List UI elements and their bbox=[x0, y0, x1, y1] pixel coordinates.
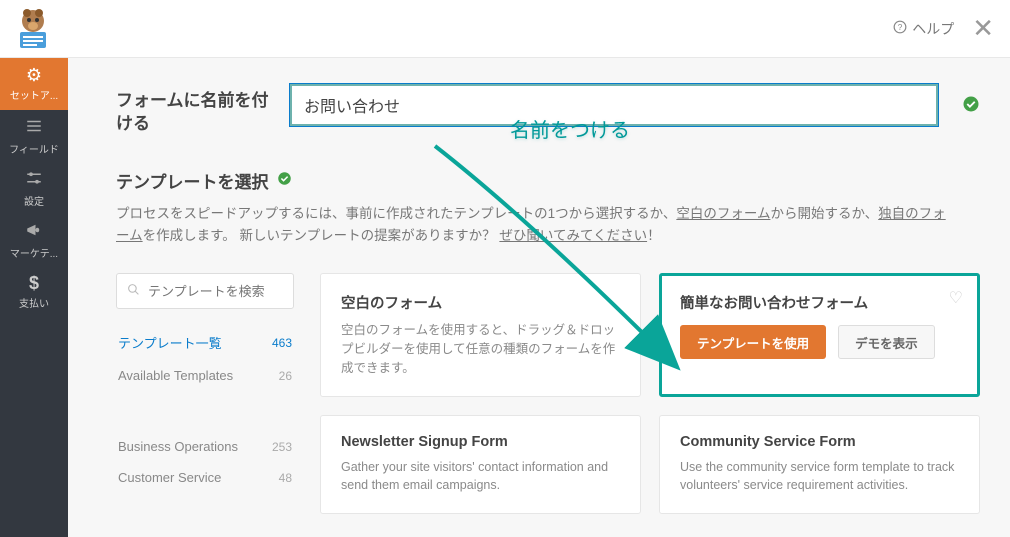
form-name-label: フォームに名前を付ける bbox=[116, 84, 276, 136]
card-title: 簡単なお問い合わせフォーム bbox=[680, 292, 959, 313]
dollar-icon: $ bbox=[29, 274, 39, 292]
list-icon bbox=[25, 117, 43, 138]
category-all-templates[interactable]: テンプレート一覧 463 bbox=[116, 325, 294, 360]
close-button[interactable]: ✕ bbox=[972, 13, 994, 44]
card-desc: Use the community service form template … bbox=[680, 458, 959, 496]
card-desc: 空白のフォームを使用すると、ドラッグ＆ドロップビルダーを使用して任意の種類のフォ… bbox=[341, 321, 620, 377]
sidebar-label: フィールド bbox=[9, 141, 59, 156]
sidebar-label: 設定 bbox=[24, 193, 44, 208]
card-community-service[interactable]: Community Service Form Use the community… bbox=[659, 415, 980, 515]
sidebar-label: セットア... bbox=[10, 87, 58, 102]
check-icon bbox=[277, 171, 292, 190]
sliders-icon bbox=[25, 169, 43, 190]
card-newsletter-signup[interactable]: Newsletter Signup Form Gather your site … bbox=[320, 415, 641, 515]
link-blank-form[interactable]: 空白のフォーム bbox=[676, 206, 770, 221]
card-desc: Gather your site visitors' contact infor… bbox=[341, 458, 620, 496]
card-title: Newsletter Signup Form bbox=[341, 434, 620, 450]
templates-title: テンプレートを選択 bbox=[116, 168, 269, 193]
sidebar-label: 支払い bbox=[19, 295, 49, 310]
templates-description: プロセスをスピードアップするには、事前に作成されたテンプレートの1つから選択する… bbox=[116, 203, 956, 248]
help-label: ヘルプ bbox=[912, 19, 954, 39]
favorite-icon[interactable]: ♡ bbox=[949, 288, 963, 308]
logo bbox=[10, 6, 56, 52]
use-template-button[interactable]: テンプレートを使用 bbox=[680, 325, 826, 359]
sidebar-item-fields[interactable]: フィールド bbox=[0, 110, 68, 162]
card-title: Community Service Form bbox=[680, 434, 959, 450]
sidebar-item-payments[interactable]: $ 支払い bbox=[0, 266, 68, 318]
sidebar-label: マーケテ... bbox=[10, 245, 58, 260]
svg-text:?: ? bbox=[898, 23, 903, 32]
sidebar-item-settings[interactable]: 設定 bbox=[0, 162, 68, 214]
form-name-input[interactable] bbox=[290, 84, 938, 126]
help-link[interactable]: ? ヘルプ bbox=[893, 19, 954, 39]
help-icon: ? bbox=[893, 20, 907, 37]
category-customer-service[interactable]: Customer Service 48 bbox=[116, 462, 294, 493]
card-blank-form[interactable]: 空白のフォーム 空白のフォームを使用すると、ドラッグ＆ドロップビルダーを使用して… bbox=[320, 273, 641, 396]
search-input[interactable] bbox=[148, 284, 283, 299]
megaphone-icon bbox=[25, 221, 43, 242]
view-demo-button[interactable]: デモを表示 bbox=[838, 325, 935, 359]
sidebar-item-setup[interactable]: ⚙ セットア... bbox=[0, 58, 68, 110]
sidebar-item-marketing[interactable]: マーケテ... bbox=[0, 214, 68, 266]
search-icon bbox=[127, 283, 140, 299]
category-available[interactable]: Available Templates 26 bbox=[116, 360, 294, 391]
category-business-operations[interactable]: Business Operations 253 bbox=[116, 431, 294, 462]
card-title: 空白のフォーム bbox=[341, 292, 620, 313]
card-simple-contact-form[interactable]: ♡ 簡単なお問い合わせフォーム テンプレートを使用 デモを表示 bbox=[659, 273, 980, 396]
link-suggest[interactable]: ぜひ聞いてみてください bbox=[499, 228, 647, 243]
valid-check-icon bbox=[962, 95, 980, 118]
gear-icon: ⚙ bbox=[26, 66, 42, 84]
template-search[interactable] bbox=[116, 273, 294, 309]
